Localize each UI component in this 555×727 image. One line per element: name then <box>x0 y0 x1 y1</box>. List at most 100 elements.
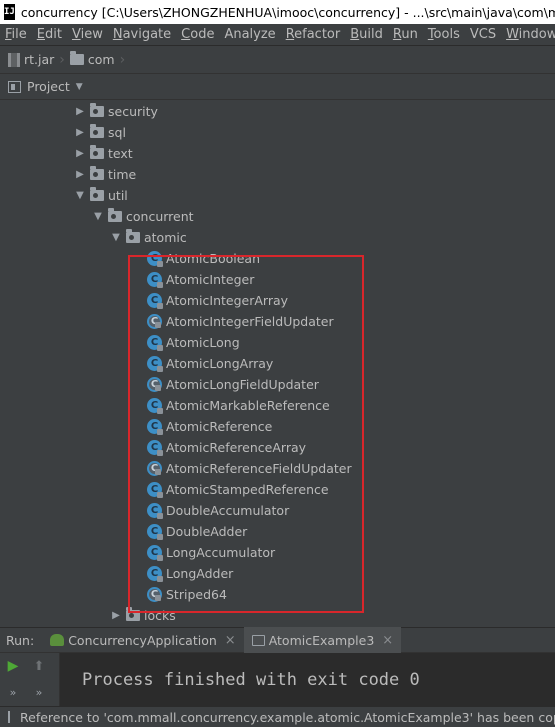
tree-node-label: atomic <box>144 230 187 245</box>
class-name: AtomicBoolean <box>166 251 261 266</box>
tree-package-atomic[interactable]: ▼ atomic <box>0 227 555 248</box>
tree-class-item[interactable]: C AtomicReferenceFieldUpdater <box>0 458 555 479</box>
tree-package-text[interactable]: ▶ text <box>0 143 555 164</box>
close-icon[interactable]: × <box>382 633 393 648</box>
tree-package-time[interactable]: ▶ time <box>0 164 555 185</box>
expand-arrow-icon[interactable]: ▼ <box>92 211 104 222</box>
menu-item[interactable]: Refactor <box>281 27 346 42</box>
class-name: LongAccumulator <box>166 545 276 560</box>
chevron-right-icon: › <box>119 51 126 68</box>
tree-class-item[interactable]: C Striped64 <box>0 584 555 605</box>
class-icon: C <box>147 398 163 414</box>
close-icon[interactable]: × <box>225 633 236 648</box>
tree-class-item[interactable]: C AtomicIntegerFieldUpdater <box>0 311 555 332</box>
tab-label: ConcurrencyApplication <box>68 632 217 648</box>
class-name: AtomicReference <box>166 419 273 434</box>
tree-class-item[interactable]: C AtomicInteger <box>0 269 555 290</box>
menu-item[interactable]: Tools <box>423 27 465 42</box>
tab-concurrency-application[interactable]: ConcurrencyApplication × <box>42 627 244 653</box>
scroll-up-icon[interactable]: ⬆ <box>26 653 52 679</box>
tree-class-item[interactable]: C AtomicLong <box>0 332 555 353</box>
menu-item[interactable]: View <box>67 27 108 42</box>
console-output[interactable]: Process finished with exit code 0 <box>60 653 555 706</box>
tree-class-item[interactable]: C AtomicMarkableReference <box>0 395 555 416</box>
class-icon: C <box>147 440 163 456</box>
more-actions-icon[interactable]: » <box>26 679 52 705</box>
tree-class-item[interactable]: C DoubleAdder <box>0 521 555 542</box>
breadcrumb-rt-jar[interactable]: rt.jar <box>8 52 54 67</box>
menu-label: dit <box>45 27 62 42</box>
menu-label: ools <box>433 27 460 42</box>
run-console: ▶ ⬆ » » Process finished with exit code … <box>0 653 555 706</box>
abstract-class-icon: C <box>147 587 162 602</box>
expand-arrow-icon[interactable]: ▼ <box>74 190 86 201</box>
tree-class-item[interactable]: C DoubleAccumulator <box>0 500 555 521</box>
menu-label: uild <box>359 27 383 42</box>
menu-item[interactable]: Build <box>345 27 388 42</box>
breadcrumb-com[interactable]: com <box>69 51 115 67</box>
project-view-selector[interactable]: Project <box>27 79 70 94</box>
menu-item[interactable]: Window <box>501 27 555 42</box>
expand-arrow-icon[interactable]: ▶ <box>74 169 86 180</box>
class-name: AtomicLong <box>166 335 240 350</box>
menu-item[interactable]: File <box>0 27 32 42</box>
class-name: AtomicReferenceFieldUpdater <box>166 461 352 476</box>
package-folder-icon <box>90 187 104 201</box>
tree-class-item[interactable]: C LongAdder <box>0 563 555 584</box>
menu-label: indow <box>518 27 555 42</box>
tree-class-item[interactable]: C AtomicStampedReference <box>0 479 555 500</box>
menu-mnemonic: V <box>71 27 81 42</box>
menu-item[interactable]: Run <box>388 27 423 42</box>
chevron-down-icon[interactable]: ▼ <box>76 82 83 92</box>
tree-class-item[interactable]: C AtomicReferenceArray <box>0 437 555 458</box>
tree-package-security[interactable]: ▶ security <box>0 101 555 122</box>
package-folder-icon <box>126 229 140 243</box>
class-name: AtomicMarkableReference <box>166 398 330 413</box>
tab-atomic-example3[interactable]: AtomicExample3 × <box>243 627 402 653</box>
tree-node-label: time <box>108 167 137 182</box>
tree-node-label: concurrent <box>126 209 194 224</box>
tree-class-item[interactable]: C AtomicLongArray <box>0 353 555 374</box>
menu-item[interactable]: VCS <box>465 27 501 42</box>
tree-package-util[interactable]: ▼ util <box>0 185 555 206</box>
class-icon: C <box>147 251 163 267</box>
class-name: AtomicInteger <box>166 272 255 287</box>
menu-label: un <box>401 27 418 42</box>
tree-package-sql[interactable]: ▶ sql <box>0 122 555 143</box>
tree-package-concurrent[interactable]: ▼ concurrent <box>0 206 555 227</box>
menu-item[interactable]: Analyze <box>219 27 280 42</box>
menu-item[interactable]: Code <box>176 27 219 42</box>
class-icon: C <box>147 566 163 582</box>
class-icon: C <box>147 503 163 519</box>
class-name: LongAdder <box>166 566 234 581</box>
class-icon: C <box>147 272 163 288</box>
menu-item[interactable]: Edit <box>32 27 67 42</box>
expand-arrow-icon[interactable]: ▶ <box>74 127 86 138</box>
expand-arrow-icon[interactable]: ▶ <box>110 610 122 621</box>
class-name: DoubleAccumulator <box>166 503 290 518</box>
navigation-breadcrumb: rt.jar › com › <box>0 46 555 74</box>
status-message: Reference to 'com.mmall.concurrency.exam… <box>20 709 555 725</box>
breadcrumb-rt-jar-label: rt.jar <box>24 52 55 67</box>
expand-arrow-icon[interactable]: ▶ <box>74 148 86 159</box>
tree-class-item[interactable]: C AtomicReference <box>0 416 555 437</box>
project-panel-header: Project ▼ <box>0 74 555 100</box>
tree-class-item[interactable]: C AtomicBoolean <box>0 248 555 269</box>
tree-package-locks[interactable]: ▶ locks <box>0 605 555 626</box>
class-icon: C <box>147 482 163 498</box>
class-icon: C <box>147 293 163 309</box>
tree-node-label: sql <box>108 125 126 140</box>
expand-arrow-icon[interactable]: ▶ <box>74 106 86 117</box>
menu-item[interactable]: Navigate <box>108 27 176 42</box>
more-actions-icon[interactable]: » <box>0 679 26 705</box>
rerun-icon[interactable]: ▶ <box>0 653 26 679</box>
tree-node-label: locks <box>144 608 176 623</box>
tree-class-item[interactable]: C LongAccumulator <box>0 542 555 563</box>
tree-class-item[interactable]: C AtomicLongFieldUpdater <box>0 374 555 395</box>
status-toggle-icon[interactable] <box>8 711 10 723</box>
application-icon <box>251 634 265 646</box>
tree-class-item[interactable]: C AtomicIntegerArray <box>0 290 555 311</box>
expand-arrow-icon[interactable]: ▼ <box>110 232 122 243</box>
package-folder-icon <box>69 51 84 65</box>
tree-node-label: text <box>108 146 133 161</box>
